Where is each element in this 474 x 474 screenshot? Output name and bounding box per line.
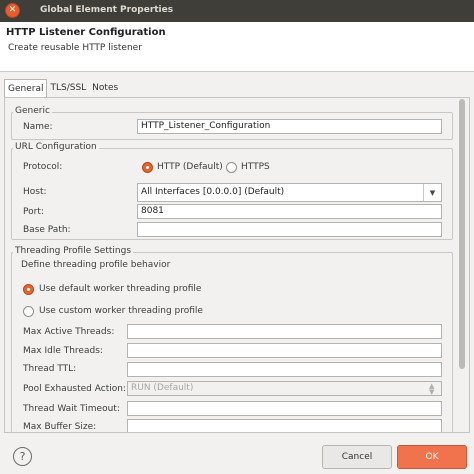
vertical-scrollbar[interactable] <box>456 97 468 433</box>
generic-legend: Generic <box>13 106 52 116</box>
name-label: Name: <box>23 122 53 132</box>
base-path-input[interactable] <box>137 222 442 237</box>
thread-wait-timeout-label: Thread Wait Timeout: <box>23 404 120 414</box>
thread-ttl-label: Thread TTL: <box>23 364 77 374</box>
chevron-down-icon[interactable]: ▼ <box>423 184 441 201</box>
protocol-https-radio[interactable] <box>226 162 237 173</box>
dialog-footer: ? Cancel OK <box>0 440 474 474</box>
pool-exhausted-label: Pool Exhausted Action: <box>23 384 126 394</box>
max-buffer-size-input[interactable] <box>127 419 442 432</box>
custom-threading-radio[interactable] <box>23 306 34 317</box>
close-icon: ✕ <box>8 5 17 15</box>
default-threading-radio[interactable] <box>23 284 34 295</box>
host-select-value: All Interfaces [0.0.0.0] (Default) <box>141 187 285 197</box>
max-idle-threads-label: Max Idle Threads: <box>23 346 103 356</box>
protocol-https-label[interactable]: HTTPS <box>241 162 270 172</box>
default-threading-label[interactable]: Use default worker threading profile <box>39 284 201 294</box>
dialog-title: HTTP Listener Configuration <box>6 27 166 38</box>
pool-exhausted-value: RUN (Default) <box>131 383 194 393</box>
protocol-label: Protocol: <box>23 162 63 172</box>
max-active-threads-label: Max Active Threads: <box>23 327 115 337</box>
host-label: Host: <box>23 187 47 197</box>
help-icon: ? <box>19 450 26 463</box>
port-label: Port: <box>23 207 44 217</box>
window-title: Global Element Properties <box>40 5 174 15</box>
protocol-http-radio[interactable] <box>142 162 153 173</box>
url-config-legend: URL Configuration <box>13 142 99 152</box>
thread-wait-timeout-input[interactable] <box>127 401 442 416</box>
custom-threading-label[interactable]: Use custom worker threading profile <box>39 306 203 316</box>
threading-legend: Threading Profile Settings <box>13 246 134 256</box>
threading-description: Define threading profile behavior <box>21 260 171 270</box>
ok-button[interactable]: OK <box>397 445 467 469</box>
base-path-label: Base Path: <box>23 225 71 235</box>
scrollbar-thumb[interactable] <box>459 99 465 369</box>
dialog-subtitle: Create reusable HTTP listener <box>8 43 142 53</box>
name-input[interactable]: HTTP_Listener_Configuration <box>137 119 442 134</box>
max-idle-threads-input[interactable] <box>127 343 442 358</box>
pool-exhausted-select: RUN (Default) <box>127 381 442 396</box>
protocol-http-label[interactable]: HTTP (Default) <box>157 162 223 172</box>
spinner-icon: ▲ ▼ <box>429 382 435 396</box>
window-titlebar: ✕ Global Element Properties <box>0 0 474 22</box>
tab-tls-ssl[interactable]: TLS/SSL <box>47 79 89 97</box>
tab-general[interactable]: General <box>4 79 48 97</box>
max-active-threads-input[interactable] <box>127 324 442 339</box>
cancel-button[interactable]: Cancel <box>322 445 392 469</box>
tab-bar: General TLS/SSL Notes <box>4 79 121 97</box>
tab-notes[interactable]: Notes <box>89 79 121 97</box>
host-select[interactable]: All Interfaces [0.0.0.0] (Default) <box>137 183 442 202</box>
max-buffer-size-label: Max Buffer Size: <box>23 422 97 432</box>
thread-ttl-input[interactable] <box>127 362 442 377</box>
dialog-header: HTTP Listener Configuration Create reusa… <box>0 22 474 72</box>
port-input[interactable]: 8081 <box>137 204 442 219</box>
general-panel: Generic Name: HTTP_Listener_Configuratio… <box>4 97 470 433</box>
help-button[interactable]: ? <box>13 447 32 466</box>
close-button[interactable]: ✕ <box>5 3 20 18</box>
